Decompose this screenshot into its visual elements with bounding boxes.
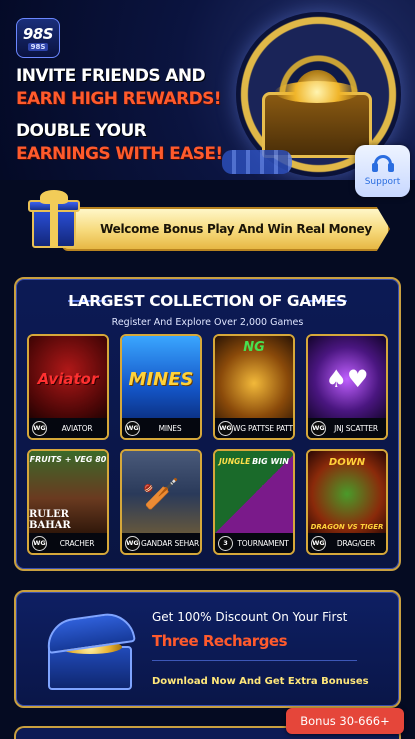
casino-chips-image: [222, 150, 292, 174]
provider-badge: WG: [32, 420, 47, 436]
game-tile-tournament[interactable]: JUNGLE BIG WIN 3 TOURNAMENT: [213, 449, 295, 555]
games-collection-panel: LARGEST COLLECTION OF GAMES Register And…: [14, 277, 401, 571]
recharge-offer-panel[interactable]: Get 100% Discount On Your First Three Re…: [14, 590, 401, 708]
treasure-chest-icon: [40, 610, 140, 692]
game-tile-gandar-sehar[interactable]: 🏏 WG GANDAR SEHAR: [120, 449, 202, 555]
hero-line-2: EARN HIGH REWARDS!: [16, 89, 222, 109]
gift-box-icon: [28, 190, 80, 250]
hero-line-3: DOUBLE YOUR: [16, 121, 147, 141]
bonus-button-label: Bonus 30-666+: [300, 714, 390, 728]
game-name: TOURNAMENT: [237, 538, 289, 548]
cricketer-icon: 🏏: [142, 476, 180, 512]
provider-badge: WG: [125, 420, 140, 436]
game-tile-dragon-tiger[interactable]: DOWN DRAGON VS TIGER WG DRAG/GER: [306, 449, 388, 555]
playing-cards-icon: ♠♥: [325, 365, 369, 393]
recharge-offer-line-1: Get 100% Discount On Your First: [152, 610, 348, 624]
recharge-offer-highlight: Three Recharges: [152, 632, 288, 650]
bonus-button[interactable]: Bonus 30-666+: [286, 708, 404, 734]
treasure-chest-image: [262, 81, 372, 158]
game-tile-mines[interactable]: MINES WG MINES: [120, 334, 202, 440]
provider-badge: WG: [125, 535, 140, 551]
dragon-tiger-art: DOWN DRAGON VS TIGER: [308, 451, 386, 537]
hero-line-1: INVITE FRIENDS AND: [16, 66, 206, 86]
welcome-bonus-label: Welcome Bonus Play And Win Real Money: [100, 222, 372, 236]
mines-art: MINES: [122, 336, 200, 422]
game-tile-aviator[interactable]: Aviator WG AVIATOR: [27, 334, 109, 440]
game-name: DRAG/GER: [336, 538, 376, 548]
aviator-art: Aviator: [29, 336, 107, 422]
pattse-patti-art: NG: [215, 336, 293, 422]
game-name: MINES: [158, 423, 182, 433]
provider-badge: WG: [32, 535, 47, 551]
tournament-art: JUNGLE BIG WIN: [215, 451, 293, 537]
game-name: WG PATTSE PATTI: [233, 423, 293, 433]
game-tile-jnj-scatter[interactable]: ♠♥ WG JNJ SCATTER: [306, 334, 388, 440]
logo-text: 98S: [22, 25, 54, 43]
welcome-bonus-banner[interactable]: Welcome Bonus Play And Win Real Money: [62, 207, 390, 251]
download-bonus-text: Download Now And Get Extra Bonuses: [152, 676, 369, 687]
game-name: JNJ SCATTER: [334, 423, 378, 433]
logo-subtext: 98S: [27, 43, 49, 51]
game-name: GANDAR SEHAR: [140, 538, 199, 548]
games-panel-title: LARGEST COLLECTION OF GAMES: [68, 292, 347, 310]
support-button[interactable]: Support: [355, 145, 410, 197]
provider-badge: WG: [311, 535, 326, 551]
provider-badge: WG: [218, 420, 233, 436]
game-tile-cracher[interactable]: FRUITS + VEG 80 RULER BAHAR WG CRACHER: [27, 449, 109, 555]
hero-line-4: EARNINGS WITH EASE!: [16, 144, 223, 164]
divider: [152, 660, 357, 661]
hero-banner[interactable]: 98S 98S INVITE FRIENDS AND EARN HIGH REW…: [0, 0, 415, 180]
games-panel-subtitle: Register And Explore Over 2,000 Games: [111, 317, 304, 328]
cricket-art: 🏏: [122, 451, 200, 537]
support-label: Support: [364, 177, 401, 187]
game-name: AVIATOR: [61, 423, 93, 433]
provider-badge: WG: [311, 420, 326, 436]
game-tile-pattse-patti[interactable]: NG WG WG PATTSE PATTI: [213, 334, 295, 440]
app-logo[interactable]: 98S 98S: [16, 18, 60, 58]
jnj-scatter-art: ♠♥: [308, 336, 386, 422]
provider-badge: 3: [218, 535, 233, 551]
game-name: CRACHER: [59, 538, 95, 548]
cracher-art: FRUITS + VEG 80 RULER BAHAR: [29, 451, 107, 537]
headset-icon: [371, 155, 394, 175]
